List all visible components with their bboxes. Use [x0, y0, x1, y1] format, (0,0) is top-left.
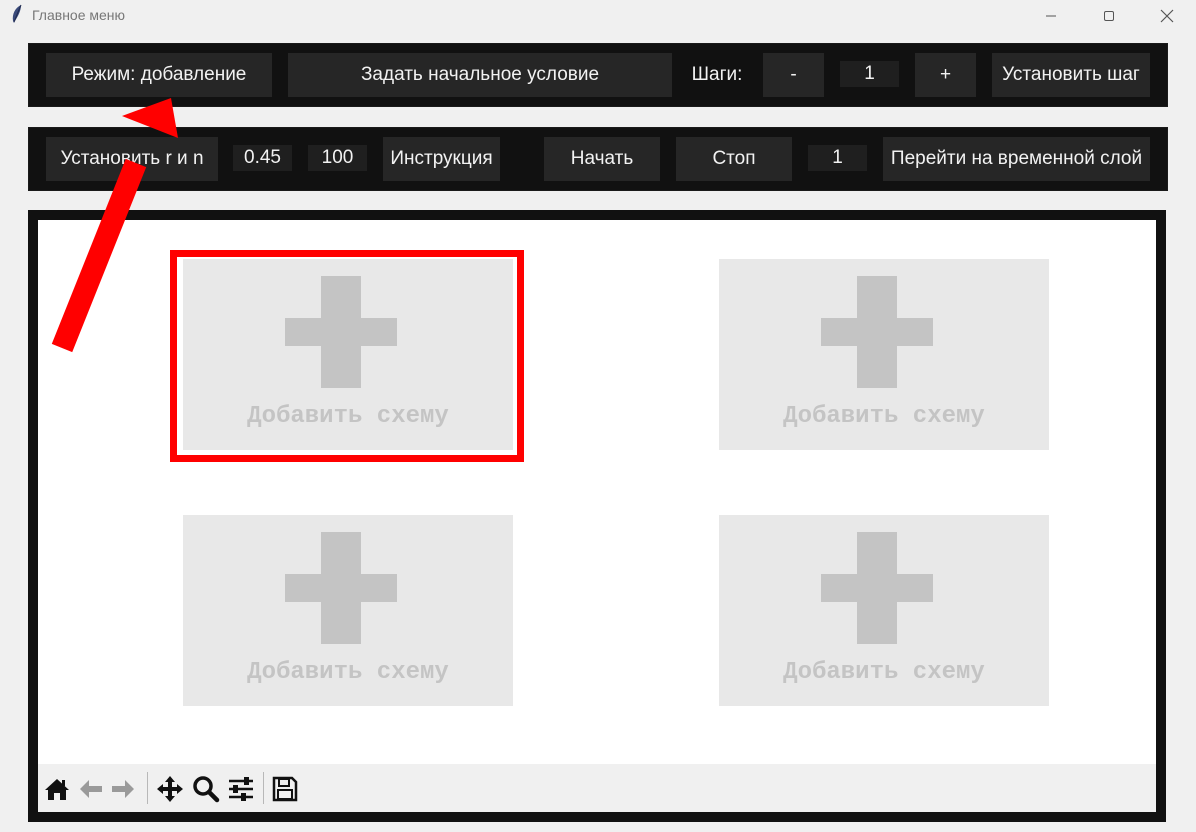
add-scheme-tile[interactable]: Добавить схему — [719, 259, 1049, 450]
layer-input[interactable]: 1 — [808, 145, 867, 171]
back-icon[interactable] — [76, 774, 106, 804]
plot-navigation-toolbar — [38, 764, 1156, 812]
plot-canvas: Добавить схему Добавить схему Добавить с… — [38, 220, 1156, 764]
pan-icon[interactable] — [155, 774, 185, 804]
add-scheme-label: Добавить схему — [783, 659, 985, 686]
control-panel-top: Режим: добавление Задать начальное услов… — [28, 43, 1168, 107]
steps-label: Шаги: — [691, 64, 743, 85]
add-scheme-label: Добавить схему — [247, 659, 449, 686]
goto-layer-button[interactable]: Перейти на временной слой — [883, 137, 1150, 181]
add-scheme-label: Добавить схему — [783, 403, 985, 430]
home-icon[interactable] — [42, 774, 72, 804]
toolbar-separator — [263, 772, 264, 804]
steps-input[interactable]: 1 — [840, 61, 899, 87]
minimize-button[interactable] — [1022, 0, 1080, 32]
set-r-n-button[interactable]: Установить r и n — [46, 137, 218, 181]
steps-decrement-button[interactable]: - — [763, 53, 824, 97]
save-icon[interactable] — [270, 774, 300, 804]
add-scheme-tile[interactable]: Добавить схему — [183, 515, 513, 706]
configure-subplots-icon[interactable] — [226, 774, 256, 804]
start-button[interactable]: Начать — [544, 137, 660, 181]
steps-increment-button[interactable]: + — [915, 53, 976, 97]
control-panel-bottom: Установить r и n 0.45 100 Инструкция Нач… — [28, 127, 1168, 191]
window-title: Главное меню — [32, 7, 126, 23]
highlight-box — [170, 250, 524, 462]
mode-button[interactable]: Режим: добавление — [46, 53, 272, 97]
plus-icon — [821, 532, 933, 644]
plus-icon — [285, 532, 397, 644]
n-input[interactable]: 100 — [308, 145, 367, 171]
window-titlebar: Главное меню — [0, 0, 1196, 32]
set-step-button[interactable]: Установить шаг — [992, 53, 1150, 97]
stop-button[interactable]: Стоп — [676, 137, 792, 181]
toolbar-separator — [147, 772, 148, 804]
plot-frame: Добавить схему Добавить схему Добавить с… — [28, 210, 1166, 822]
initial-condition-button[interactable]: Задать начальное условие — [288, 53, 672, 97]
feather-icon — [10, 4, 24, 29]
r-input[interactable]: 0.45 — [233, 145, 292, 171]
zoom-icon[interactable] — [191, 774, 221, 804]
close-button[interactable] — [1138, 0, 1196, 32]
plus-icon — [821, 276, 933, 388]
maximize-button[interactable] — [1080, 0, 1138, 32]
instruction-button[interactable]: Инструкция — [383, 137, 500, 181]
app-body: Режим: добавление Задать начальное услов… — [10, 32, 1186, 832]
forward-icon[interactable] — [108, 774, 138, 804]
add-scheme-tile[interactable]: Добавить схему — [719, 515, 1049, 706]
